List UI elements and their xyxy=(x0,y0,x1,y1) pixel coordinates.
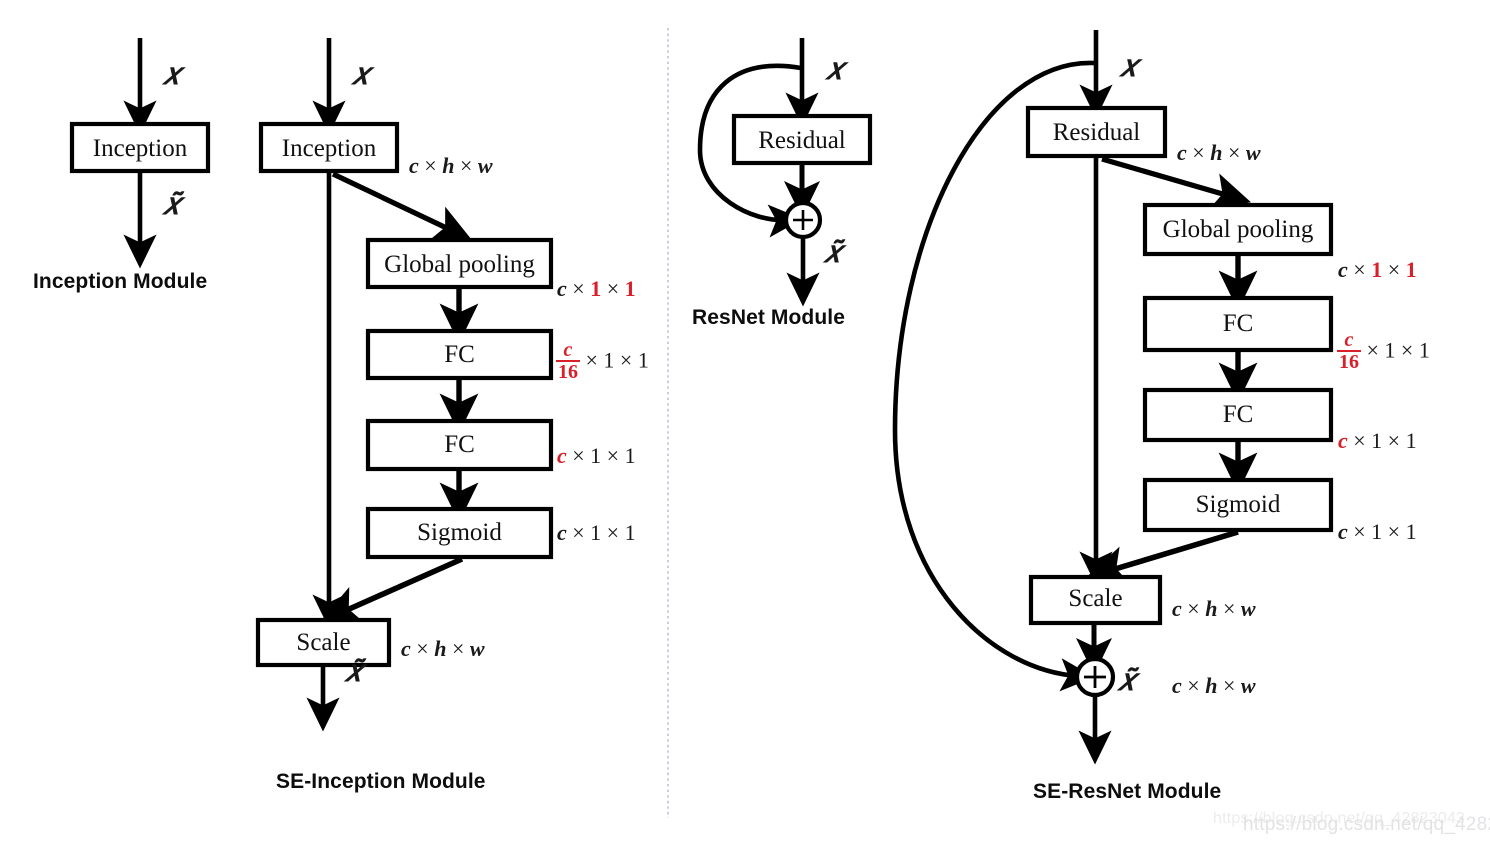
inception-input-symbol: 𝑥 xyxy=(163,56,181,91)
se-resnet-dim-chw-scale: c × h × w xyxy=(1172,596,1256,621)
se-inception-fc2-label: FC xyxy=(444,431,475,458)
resnet-module-graphics xyxy=(697,38,873,307)
se-resnet-module-title: SE-ResNet Module xyxy=(1033,780,1222,803)
se-inception-sigmoid-label: Sigmoid xyxy=(417,519,502,546)
resnet-input-symbol: 𝑥 xyxy=(826,51,844,86)
se-inception-input-symbol: 𝑥 xyxy=(352,56,370,91)
se-inception-module-title: SE-Inception Module xyxy=(276,770,486,793)
se-inception-dim-chw-scale: c × h × w xyxy=(401,636,485,661)
se-resnet-sigmoid-label: Sigmoid xyxy=(1195,491,1281,518)
se-inception-dim-c11-sigmoid: c × 1 × 1 xyxy=(557,520,636,545)
se-inception-fc1-label: FC xyxy=(444,341,475,368)
se-inception-dim-c11-fc2: c × 1 × 1 xyxy=(557,443,636,468)
se-resnet-fc2-label: FC xyxy=(1222,401,1254,428)
se-resnet-output-symbol: 𝑥̃ xyxy=(1118,662,1136,697)
watermark-primary: https://blog.csdn.net/qq_42823043 xyxy=(1243,814,1490,835)
se-resnet-dim-chw-sum: c × h × w xyxy=(1172,673,1256,698)
se-inception-dim-chw: c × h × w xyxy=(409,153,493,178)
se-resnet-dim-chw: c × h × w xyxy=(1177,140,1261,165)
resnet-module-title: ResNet Module xyxy=(692,306,845,329)
resnet-residual-label: Residual xyxy=(758,127,846,154)
se-inception-block-label: Inception xyxy=(281,135,377,162)
se-inception-dim-c16-fc1: c 16 × 1 × 1 xyxy=(556,339,649,384)
inception-block-label: Inception xyxy=(92,135,188,162)
se-resnet-scale-label: Scale xyxy=(1068,585,1123,612)
resnet-output-symbol: 𝑥̃ xyxy=(824,234,842,269)
se-inception-scale-label: Scale xyxy=(296,629,351,656)
se-inception-dim-c11-pool: c × 1 × 1 xyxy=(557,276,636,301)
se-resnet-globalpool-label: Global pooling xyxy=(1162,216,1314,243)
se-resnet-dim-c16-fc1: c 16 × 1 × 1 xyxy=(1337,329,1430,374)
se-resnet-residual-label: Residual xyxy=(1052,119,1141,146)
se-resnet-dim-c11-pool: c × 1 × 1 xyxy=(1338,257,1417,282)
se-resnet-input-symbol: 𝑥 xyxy=(1120,48,1138,83)
se-inception-output-symbol: 𝑥̃ xyxy=(345,653,363,688)
se-resnet-fc1-label: FC xyxy=(1222,310,1254,337)
inception-module-title: Inception Module xyxy=(33,270,208,293)
inception-output-symbol: 𝑥̃ xyxy=(163,186,181,221)
se-inception-globalpool-label: Global pooling xyxy=(384,251,535,278)
se-resnet-dim-c11-fc2: c × 1 × 1 xyxy=(1338,428,1417,453)
se-resnet-dim-c11-sigmoid: c × 1 × 1 xyxy=(1338,519,1417,544)
